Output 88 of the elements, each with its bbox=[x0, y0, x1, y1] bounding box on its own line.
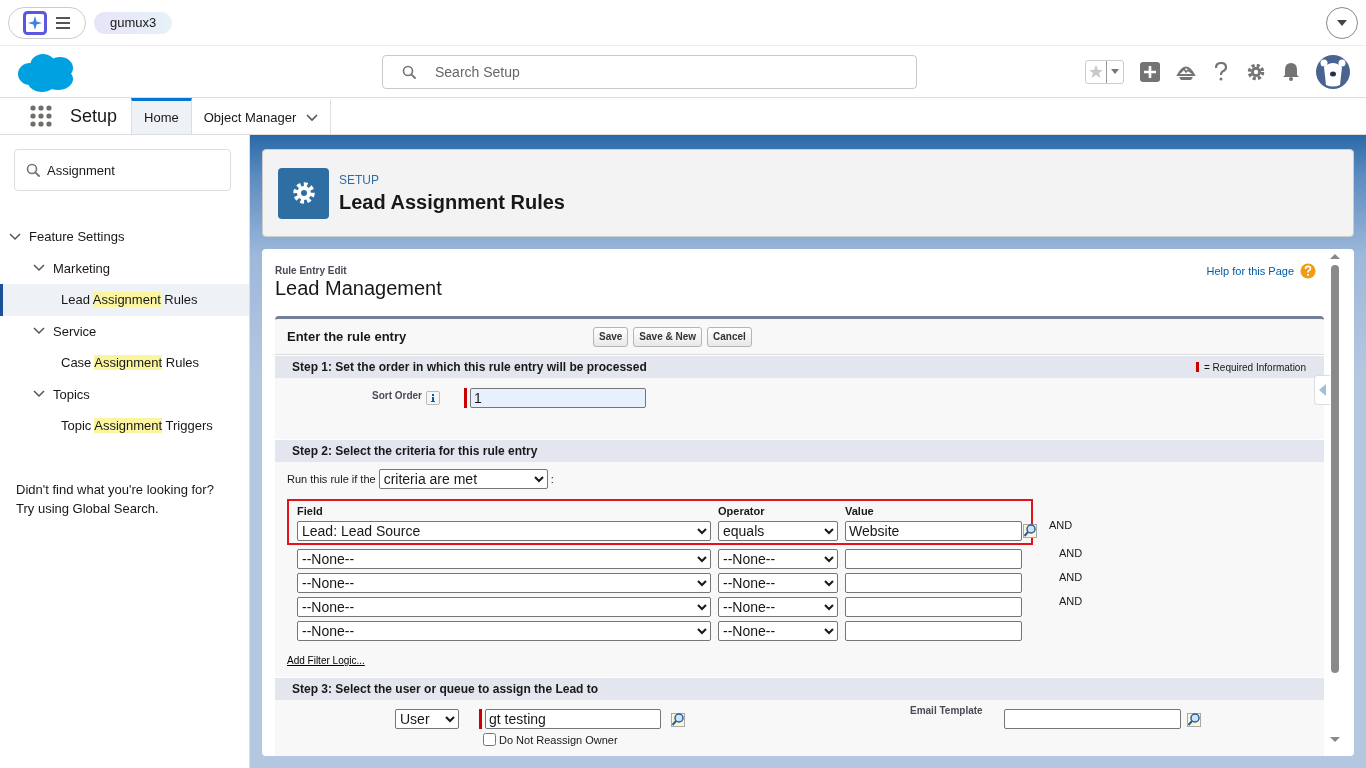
field-label: Run this rule if the bbox=[287, 473, 376, 485]
cloud-logo bbox=[16, 51, 74, 92]
operator-select[interactable]: --None-- bbox=[718, 621, 838, 641]
form-button[interactable]: Save & New bbox=[633, 326, 703, 347]
sort-order-field[interactable]: 1 bbox=[470, 388, 646, 408]
lookup-icon[interactable] bbox=[1186, 710, 1204, 728]
connector-label: AND bbox=[1059, 547, 1083, 559]
info-icon[interactable] bbox=[426, 391, 440, 405]
checkbox-label: Do Not Reassign Owner bbox=[499, 733, 618, 746]
form-title: Enter the rule entry bbox=[287, 329, 408, 344]
field-select[interactable]: Lead: Lead Source bbox=[297, 521, 711, 541]
step-header: Step 3: Select the user or queue to assign the Lead to bbox=[275, 677, 1324, 700]
connector-label: AND bbox=[1059, 571, 1083, 583]
triangle-icon bbox=[1319, 384, 1326, 396]
chevron-icon bbox=[306, 113, 319, 122]
required-marker bbox=[1196, 362, 1199, 372]
field-label: Sort Order bbox=[372, 390, 422, 403]
field-select[interactable]: --None-- bbox=[297, 549, 711, 569]
tree-item[interactable]: Topic Assignment Triggers bbox=[0, 410, 249, 442]
caret-icon bbox=[1337, 19, 1347, 26]
search-icon bbox=[26, 163, 40, 177]
column-header: Field bbox=[297, 505, 324, 517]
column-header: Operator bbox=[718, 505, 766, 517]
breadcrumb-label: SETUP bbox=[339, 172, 380, 187]
colon-label: : bbox=[550, 473, 554, 485]
help-icon[interactable] bbox=[1212, 62, 1230, 81]
app-name: Setup bbox=[70, 104, 118, 128]
value-field[interactable] bbox=[845, 549, 1022, 569]
tree-item[interactable]: Case Assignment Rules bbox=[0, 347, 249, 379]
add-filter-logic-link[interactable]: Add Filter Logic... bbox=[287, 655, 365, 666]
app-launcher-icon[interactable] bbox=[30, 105, 52, 127]
sparkle-icon bbox=[23, 10, 47, 35]
value-field[interactable]: Website bbox=[845, 521, 1022, 541]
form-button[interactable]: Save bbox=[593, 326, 629, 347]
search-icon bbox=[402, 64, 416, 79]
menu-icon bbox=[55, 15, 71, 30]
assignee-field[interactable]: gt testing bbox=[485, 709, 661, 729]
form-button[interactable]: Cancel bbox=[707, 326, 752, 347]
field-select[interactable]: --None-- bbox=[297, 597, 711, 617]
connector-label: AND bbox=[1059, 595, 1083, 607]
page-title: Lead Assignment Rules bbox=[339, 190, 565, 214]
org-tab[interactable]: gumux3 bbox=[94, 11, 173, 34]
lookup-icon[interactable] bbox=[671, 710, 688, 728]
email-template-field[interactable] bbox=[1003, 709, 1181, 729]
field-select[interactable]: --None-- bbox=[297, 573, 711, 593]
criteria-select[interactable]: criteria are met bbox=[378, 469, 548, 489]
tree-item[interactable]: Feature Settings bbox=[0, 221, 249, 253]
nav-tab[interactable]: Home bbox=[131, 98, 192, 134]
lookup-icon[interactable] bbox=[1023, 522, 1040, 539]
connector-label: AND bbox=[1049, 519, 1073, 531]
checkbox[interactable] bbox=[483, 733, 496, 746]
help-text: Didn't find what you're looking for? Try using Global Search. bbox=[16, 480, 215, 518]
gear-icon bbox=[290, 180, 317, 206]
step-header: Step 2: Select the criteria for this rule entry bbox=[275, 439, 1324, 462]
tree-item[interactable]: Lead Assignment Rules bbox=[0, 284, 249, 316]
operator-select[interactable]: --None-- bbox=[718, 549, 838, 569]
section-title: Lead Management bbox=[275, 277, 442, 300]
tree-item[interactable]: Marketing bbox=[0, 252, 249, 284]
dropdown-button[interactable] bbox=[1326, 6, 1358, 39]
value-field[interactable] bbox=[845, 573, 1022, 593]
field-label: Email Template bbox=[910, 705, 983, 716]
required-legend: = Required Information bbox=[1204, 361, 1306, 373]
tree-item[interactable]: Service bbox=[0, 315, 249, 347]
value-field[interactable] bbox=[845, 597, 1022, 617]
step-header: Step 1: Set the order in which this rule entry will be processed = Required Information bbox=[275, 355, 1324, 378]
column-header: Value bbox=[845, 505, 875, 517]
avatar-icon[interactable] bbox=[1316, 54, 1350, 89]
info-glyph-icon bbox=[430, 394, 436, 402]
add-icon[interactable] bbox=[1140, 61, 1160, 82]
tree-item[interactable]: Topics bbox=[0, 378, 249, 410]
gear-icon[interactable] bbox=[1246, 61, 1266, 82]
bell-icon[interactable] bbox=[1282, 62, 1300, 81]
operator-select[interactable]: equals bbox=[718, 521, 838, 541]
operator-select[interactable]: --None-- bbox=[718, 597, 838, 617]
operator-select[interactable]: --None-- bbox=[718, 573, 838, 593]
help-link[interactable]: Help for this Page bbox=[1206, 265, 1294, 277]
panel-toggle-button[interactable] bbox=[1314, 375, 1330, 405]
search-field[interactable]: Search Setup bbox=[382, 54, 917, 89]
field-select[interactable]: --None-- bbox=[297, 621, 711, 641]
assistant-menu-button[interactable] bbox=[8, 6, 86, 39]
favorites-button[interactable] bbox=[1085, 59, 1124, 84]
value-field[interactable] bbox=[845, 621, 1022, 641]
chevron-icon[interactable] bbox=[9, 230, 21, 243]
section-subtitle: Rule Entry Edit bbox=[275, 265, 348, 276]
search-field[interactable]: Assignment bbox=[14, 149, 231, 191]
star-icon bbox=[1089, 65, 1103, 78]
assignee-type-select[interactable]: User bbox=[395, 709, 459, 729]
caret-icon bbox=[1111, 69, 1119, 74]
